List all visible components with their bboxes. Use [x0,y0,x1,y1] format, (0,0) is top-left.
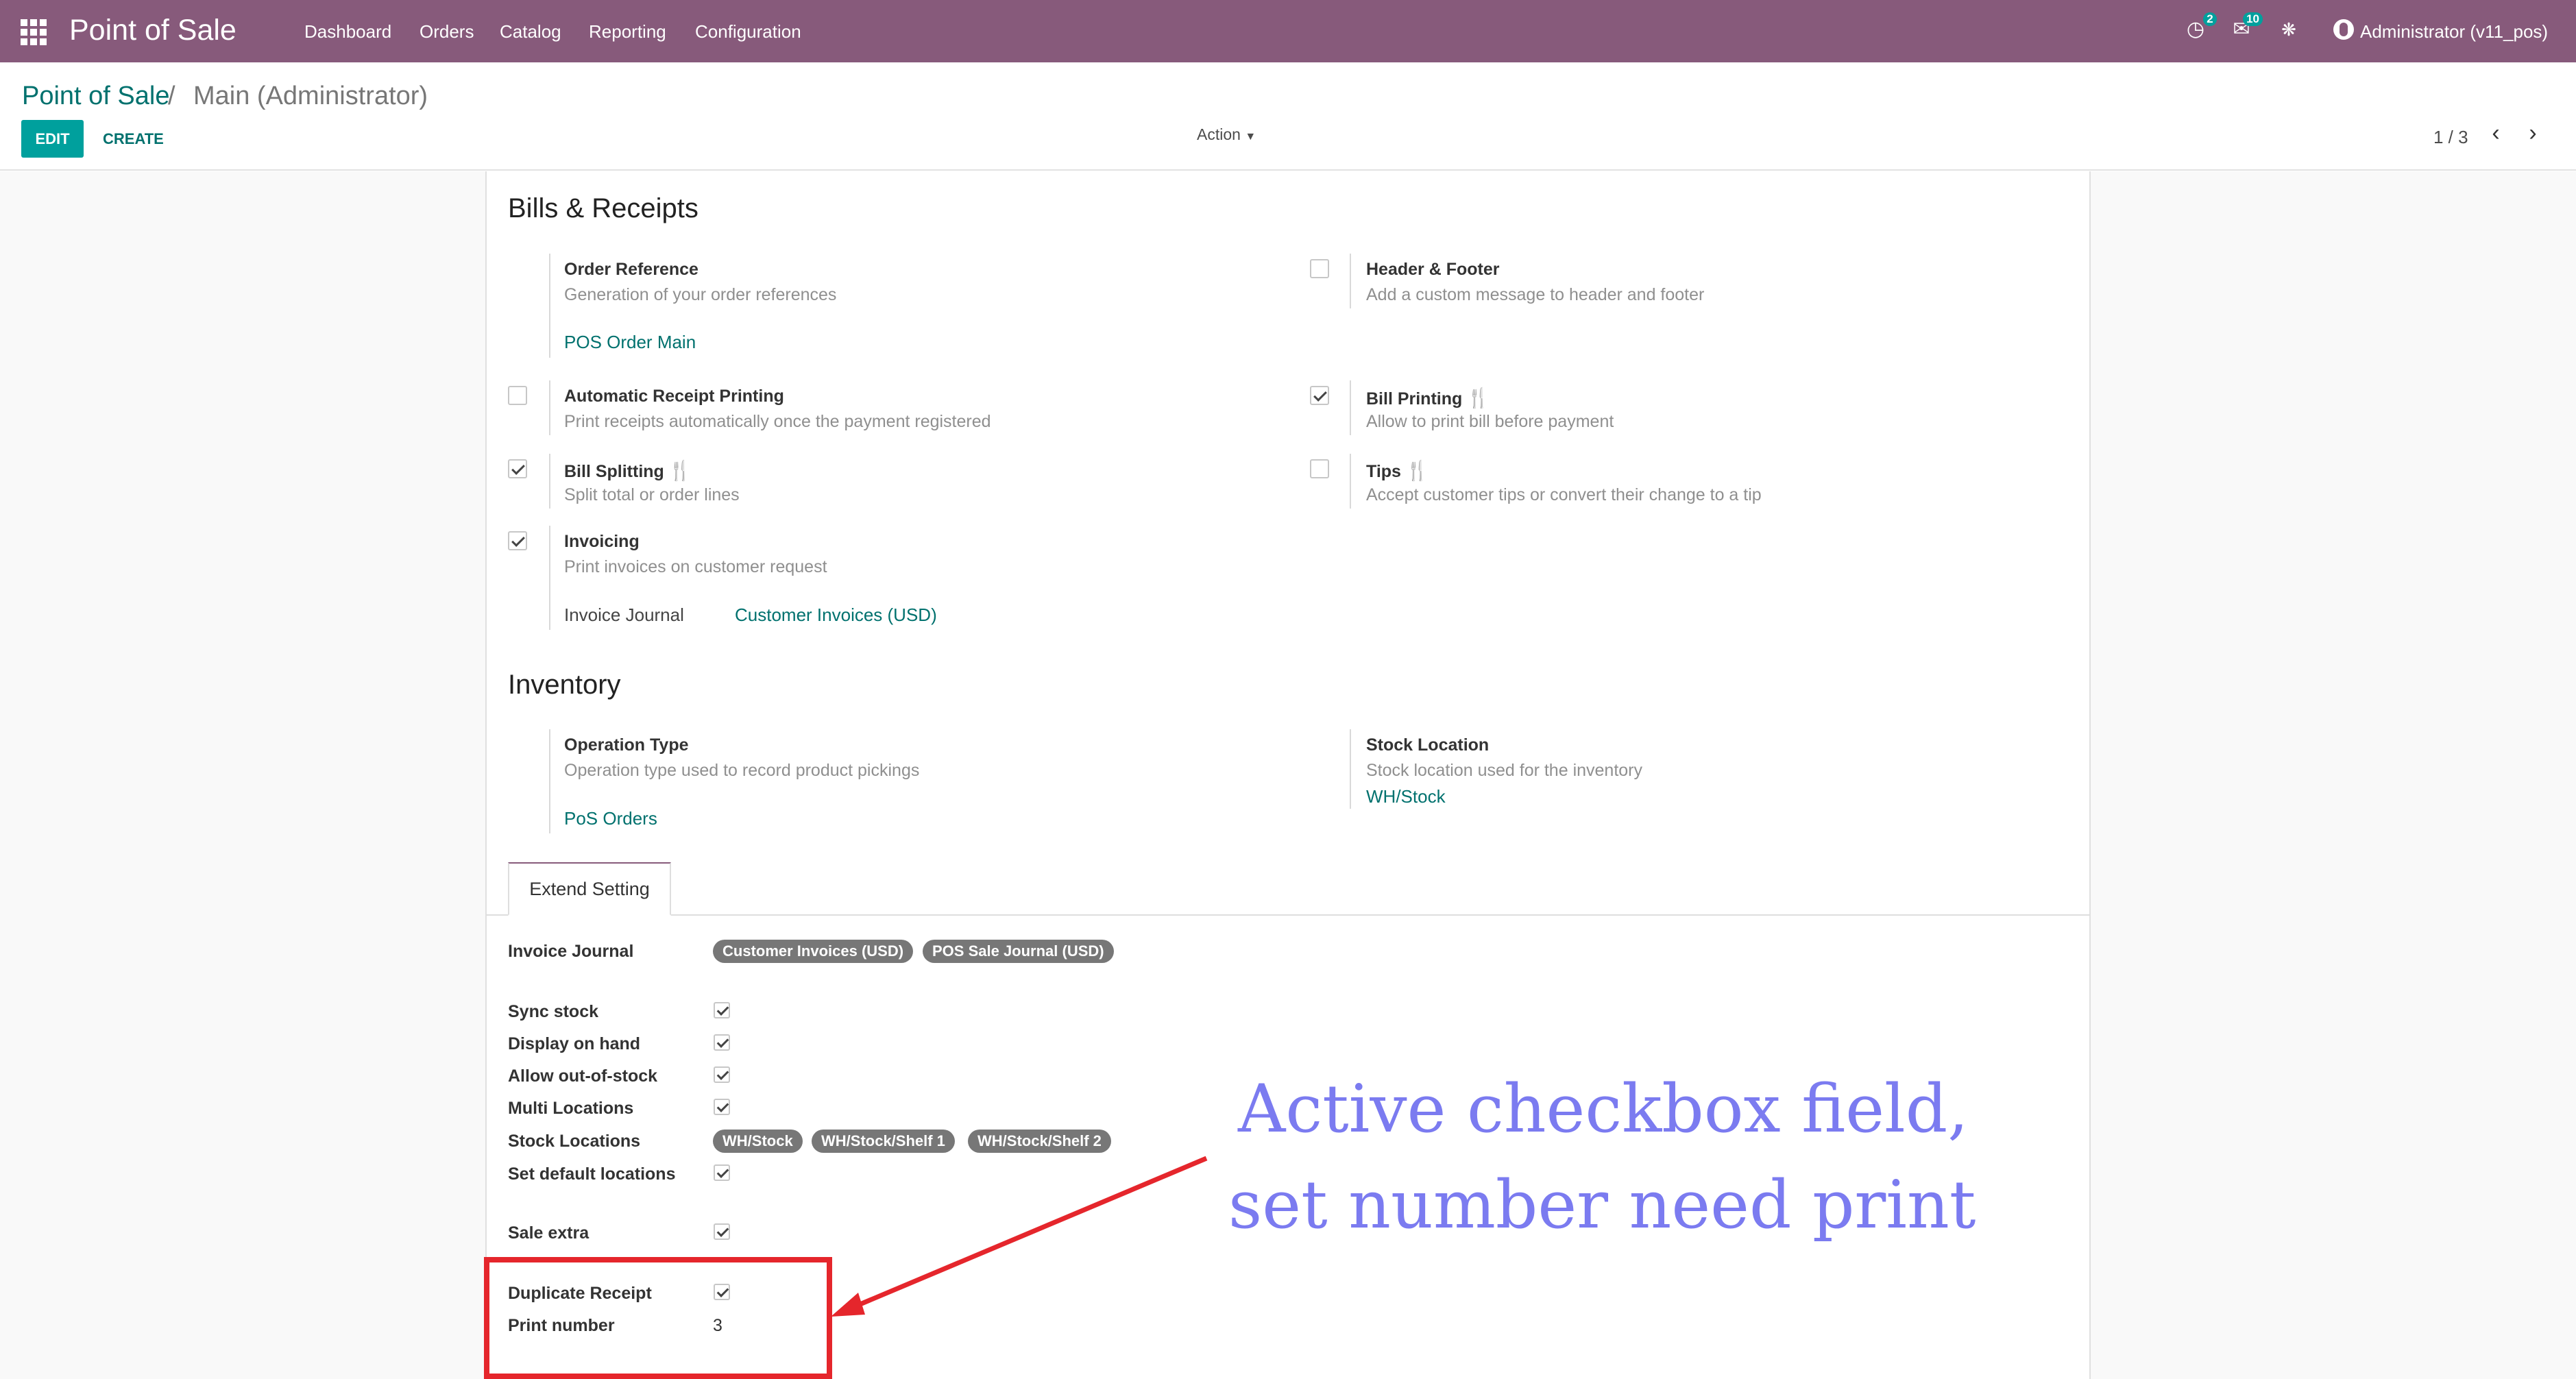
order-reference-link[interactable]: POS Order Main [564,332,696,353]
tab-bar-line [485,914,2091,916]
tips-desc: Accept customer tips or convert their ch… [1366,485,1762,504]
section-title-bills-receipts: Bills & Receipts [508,193,698,223]
menu-orders[interactable]: Orders [420,21,474,42]
restaurant-cutlery-icon: 🍴 [668,460,692,481]
tab-extend-setting[interactable]: Extend Setting [508,862,671,916]
multi-locations-checkbox[interactable] [714,1099,730,1115]
restaurant-cutlery-icon: 🍴 [1405,460,1429,481]
default-locations-checkbox[interactable] [714,1164,730,1181]
display-on-hand-checkbox[interactable] [714,1034,730,1051]
top-navbar: Point of Sale Dashboard Orders Catalog R… [0,0,2576,62]
operation-type-link[interactable]: PoS Orders [564,808,657,829]
control-panel: Point of Sale / Main (Administrator) EDI… [0,62,2576,171]
auto-receipt-label: Automatic Receipt Printing [564,387,784,406]
annotation-highlight-box [484,1257,832,1379]
bill-splitting-row: Bill Splitting 🍴 [564,459,692,482]
tag-wh-stock-shelf-2[interactable]: WH/Stock/Shelf 2 [968,1130,1111,1153]
extend-invoice-journal-label: Invoice Journal [508,942,634,961]
breadcrumb-root[interactable]: Point of Sale [22,82,169,111]
action-dropdown[interactable]: Action ▼ [1197,125,1256,144]
multi-locations-label: Multi Locations [508,1099,634,1118]
tag-customer-invoices[interactable]: Customer Invoices (USD) [713,940,914,963]
order-reference-label: Order Reference [564,260,698,279]
annotation-text-line-2: set number need print [1228,1167,1976,1243]
bill-printing-row: Bill Printing 🍴 [1366,387,1490,409]
stock-location-link[interactable]: WH/Stock [1366,786,1446,807]
activity-clock-icon[interactable]: ◷ 2 [2184,12,2217,41]
auto-receipt-desc: Print receipts automatically once the pa… [564,412,991,431]
operation-type-label: Operation Type [564,735,689,755]
menu-reporting[interactable]: Reporting [589,21,666,42]
setting-divider [1350,254,1351,308]
user-avatar-icon[interactable] [2333,19,2354,40]
setting-divider [1350,380,1351,435]
activity-badge: 2 [2203,12,2217,26]
auto-receipt-checkbox[interactable] [508,386,527,405]
messages-icon[interactable]: ✉ 10 [2230,12,2263,41]
sync-stock-label: Sync stock [508,1002,599,1021]
tips-row: Tips 🍴 [1366,459,1429,482]
pager-value[interactable]: 1 / 3 [2433,127,2468,148]
bill-splitting-desc: Split total or order lines [564,485,740,504]
caret-down-icon: ▼ [1245,131,1256,143]
stock-location-desc: Stock location used for the inventory [1366,761,1643,780]
default-locations-label: Set default locations [508,1164,676,1184]
setting-divider [549,254,550,358]
pager-prev-icon[interactable]: ‹ [2486,121,2506,145]
bill-splitting-checkbox[interactable] [508,459,527,478]
bill-printing-label: Bill Printing [1366,389,1463,408]
sale-extra-checkbox[interactable] [714,1223,730,1240]
header-footer-checkbox[interactable] [1310,259,1329,278]
tag-wh-stock[interactable]: WH/Stock [713,1130,803,1153]
setting-divider [549,454,550,509]
create-button[interactable]: CREATE [103,130,164,148]
tag-wh-stock-shelf-1[interactable]: WH/Stock/Shelf 1 [812,1130,955,1153]
restaurant-cutlery-icon: 🍴 [1466,387,1491,408]
breadcrumb-current: Main (Administrator) [193,82,428,110]
menu-configuration[interactable]: Configuration [695,21,801,42]
menu-catalog[interactable]: Catalog [500,21,561,42]
invoicing-label: Invoicing [564,532,640,551]
tips-checkbox[interactable] [1310,459,1329,478]
action-label: Action [1197,125,1241,143]
app-title: Point of Sale [69,14,236,47]
messages-badge: 10 [2243,12,2263,26]
invoicing-checkbox[interactable] [508,531,527,550]
apps-grid-icon[interactable] [21,19,47,45]
stock-locations-label: Stock Locations [508,1132,641,1151]
bill-splitting-label: Bill Splitting [564,462,664,481]
bill-printing-desc: Allow to print bill before payment [1366,412,1614,431]
section-title-inventory: Inventory [508,670,621,700]
setting-divider [1350,729,1351,809]
operation-type-desc: Operation type used to record product pi… [564,761,920,780]
pager-next-icon[interactable]: › [2523,121,2543,145]
allow-out-of-stock-checkbox[interactable] [714,1066,730,1083]
edit-button[interactable]: EDIT [21,120,84,158]
display-on-hand-label: Display on hand [508,1034,641,1053]
order-reference-desc: Generation of your order references [564,285,837,304]
user-menu[interactable]: Administrator (v11_pos) [2360,21,2548,42]
debug-bug-icon[interactable]: ❋ [2277,18,2300,41]
annotation-text-line-1: Active checkbox field, [1238,1071,1969,1147]
setting-divider [549,526,550,630]
setting-divider [1350,454,1351,509]
invoice-journal-label: Invoice Journal [564,605,684,625]
invoicing-desc: Print invoices on customer request [564,557,827,576]
menu-dashboard[interactable]: Dashboard [304,21,391,42]
sync-stock-checkbox[interactable] [714,1002,730,1018]
allow-out-of-stock-label: Allow out-of-stock [508,1066,658,1086]
bill-printing-checkbox[interactable] [1310,386,1329,405]
stock-location-label: Stock Location [1366,735,1490,755]
breadcrumb-separator: / [168,82,175,110]
tag-pos-sale-journal[interactable]: POS Sale Journal (USD) [923,940,1114,963]
sale-extra-label: Sale extra [508,1223,590,1243]
setting-divider [549,729,550,833]
setting-divider [549,380,550,435]
invoice-journal-link[interactable]: Customer Invoices (USD) [735,605,937,626]
header-footer-desc: Add a custom message to header and foote… [1366,285,1705,304]
tips-label: Tips [1366,462,1401,481]
header-footer-label: Header & Footer [1366,260,1500,279]
